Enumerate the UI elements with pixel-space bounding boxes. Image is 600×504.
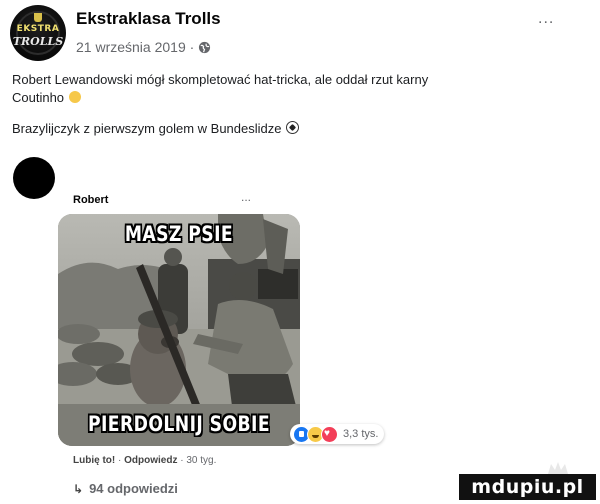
post-text-brazylijczyk: Brazylijczyk z pierwszym golem w Bundesl… xyxy=(12,121,282,136)
post-date[interactable]: 21 września 2019 · xyxy=(76,39,194,55)
post-text-line-3: Brazylijczyk z pierwszym golem w Bundesl… xyxy=(12,120,300,137)
post-text-line-1: Robert Lewandowski mógł skompletować hat… xyxy=(12,72,429,87)
view-replies[interactable]: ↳ 94 odpowiedzi xyxy=(73,481,178,496)
logo-text-top: EKSTRA xyxy=(16,24,60,34)
watermark: mdupiu.pl xyxy=(459,474,596,500)
reply-arrow-icon: ↳ xyxy=(73,481,84,496)
post-more-options-icon[interactable]: ... xyxy=(538,10,554,28)
replies-count: 94 odpowiedzi xyxy=(89,481,178,496)
reaction-summary[interactable]: 3,3 tys. xyxy=(290,424,385,444)
meme-top-caption: MASZ PSIE xyxy=(124,222,234,246)
globe-icon xyxy=(199,41,211,53)
comment-actions: Lubię to! · Odpowiedz · 30 tyg. xyxy=(73,455,216,466)
page-avatar[interactable]: EKSTRA TROLLS xyxy=(10,5,66,61)
post-text-line-2: Coutinho xyxy=(12,89,82,106)
comment-author[interactable]: Robert xyxy=(73,194,108,206)
like-action[interactable]: Lubię to! xyxy=(73,455,115,466)
reply-action[interactable]: Odpowiedz xyxy=(124,455,177,466)
watermark-crown-icon xyxy=(548,462,568,474)
post-text-coutinho: Coutinho xyxy=(12,90,65,105)
post-meta: 21 września 2019 · xyxy=(76,39,211,55)
face-with-tears-emoji-icon xyxy=(69,91,82,103)
comment-avatar[interactable] xyxy=(13,157,55,199)
logo-text-bottom: TROLLS xyxy=(12,35,64,48)
comment-meme-image[interactable]: MASZ PSIE PIERDOLNIJ SOBIE xyxy=(58,214,300,446)
page-name[interactable]: Ekstraklasa Trolls xyxy=(76,9,221,29)
meme-bottom-caption: PIERDOLNIJ SOBIE xyxy=(87,412,271,436)
comment-time[interactable]: 30 tyg. xyxy=(186,455,216,466)
reaction-count: 3,3 tys. xyxy=(343,428,379,440)
love-reaction-icon xyxy=(321,425,338,443)
trophy-icon xyxy=(34,13,42,22)
soccer-ball-emoji-icon xyxy=(286,121,300,134)
comment-more-options-icon[interactable]: ... xyxy=(241,190,251,204)
